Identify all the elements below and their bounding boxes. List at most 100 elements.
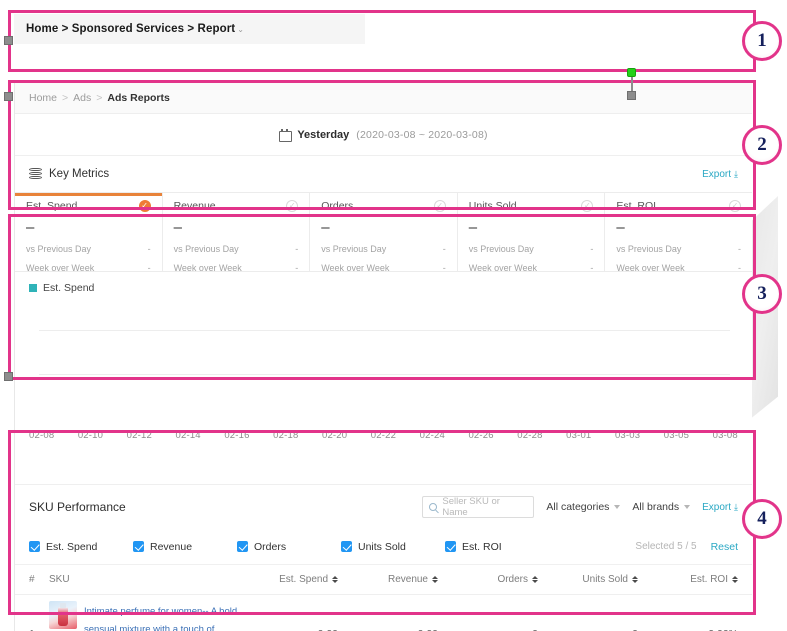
download-icon: ⤓ [734,502,738,513]
column-header-index: # [29,574,49,585]
category-filter-dropdown[interactable]: All categories [546,501,620,513]
breadcrumb-separator: > [96,92,102,104]
checkbox-icon[interactable] [29,541,40,552]
chart-gridline [39,374,730,375]
rotate-handle-green-dot[interactable] [627,68,636,77]
metric-compare-value: - [590,244,593,254]
x-tick: 02-08 [29,430,54,441]
check-circle-icon[interactable]: ✓ [729,200,741,212]
column-label: Est. Spend [279,574,328,585]
check-circle-icon[interactable]: ✓ [581,200,593,212]
x-tick: 02-22 [371,430,396,441]
metric-compare-label: vs Previous Day [469,244,534,254]
toggle-est-spend[interactable]: Est. Spend [29,541,133,553]
checkbox-icon[interactable] [133,541,144,552]
selected-count-label: Selected 5 / 5 [635,541,696,552]
metric-compare-value: - [738,244,741,254]
breadcrumb-separator: > [62,92,68,104]
column-header-est-spend[interactable]: Est. Spend [238,574,338,585]
date-range-selector[interactable]: Yesterday (2020-03-08 ~ 2020-03-08) [15,114,752,156]
brand-filter-label: All brands [632,501,679,513]
toggle-est-roi[interactable]: Est. ROI [445,541,549,553]
annotation-label: 4 [757,508,767,530]
metric-card-revenue[interactable]: Revenue ✓ – vs Previous Day - Week over … [163,193,311,271]
x-tick: 02-18 [273,430,298,441]
metric-card-title: Revenue [174,200,216,212]
key-metrics-panel: Key Metrics Export ⤓ Est. Spend ✓ – vs P… [15,156,752,422]
breadcrumb-item-home[interactable]: Home [29,92,57,104]
column-label: Orders [497,574,528,585]
brand-filter-dropdown[interactable]: All brands [632,501,690,513]
key-metrics-header: Key Metrics Export ⤓ [15,156,752,192]
check-circle-icon[interactable]: ✓ [286,200,298,212]
metric-card-value: – [26,220,151,235]
annotation-connector-4 [754,518,772,521]
column-header-units-sold[interactable]: Units Sold [538,574,638,585]
sku-export-button[interactable]: Export ⤓ [702,502,738,513]
product-name-link[interactable]: Intimate perfume for women-- A bold sens… [84,606,237,631]
chart-gridline [39,330,730,331]
column-label: Est. ROI [690,574,728,585]
toggle-label: Est. Spend [46,541,97,553]
category-filter-label: All categories [546,501,609,513]
metric-card-est-spend[interactable]: Est. Spend ✓ – vs Previous Day - Week ov… [15,193,163,271]
resize-handle-left-mid[interactable] [4,92,13,101]
toggle-revenue[interactable]: Revenue [133,541,237,553]
x-tick: 02-28 [517,430,542,441]
checkbox-icon[interactable] [341,541,352,552]
x-tick: 02-24 [420,430,445,441]
column-label: Revenue [388,574,428,585]
resize-handle-left-bottom[interactable] [4,372,13,381]
check-circle-icon[interactable]: ✓ [139,200,151,212]
chart-legend[interactable]: Est. Spend [29,282,738,294]
ads-reports-app: Home > Ads > Ads Reports Yesterday (2020… [14,82,752,631]
toggle-label: Units Sold [358,541,406,553]
annotation-marker-1: 1 [742,21,782,61]
column-header-est-roi[interactable]: Est. ROI [638,574,738,585]
toggle-units-sold[interactable]: Units Sold [341,541,445,553]
legend-label-est-spend: Est. Spend [43,282,94,294]
date-range-label: (2020-03-08 ~ 2020-03-08) [356,129,487,141]
key-metrics-title: Key Metrics [49,168,109,180]
toggle-label: Revenue [150,541,192,553]
metric-card-est-roi[interactable]: Est. ROI ✓ – vs Previous Day - Week over… [605,193,752,271]
metric-card-value: – [174,220,299,235]
toggle-orders[interactable]: Orders [237,541,341,553]
checkbox-icon[interactable] [237,541,248,552]
metric-card-orders[interactable]: Orders ✓ – vs Previous Day - Week over W… [310,193,458,271]
rotate-handle-grip[interactable] [627,91,636,100]
checkbox-icon[interactable] [445,541,456,552]
sku-search-input[interactable]: Seller SKU or Name [422,496,534,518]
search-icon [429,503,437,511]
resize-handle-left-top[interactable] [4,36,13,45]
reset-button[interactable]: Reset [711,541,738,553]
annotation-label: 2 [757,134,767,156]
key-metrics-export-button[interactable]: Export ⤓ [702,169,738,180]
layers-icon [29,168,42,181]
x-tick: 02-14 [175,430,200,441]
column-header-orders[interactable]: Orders [438,574,538,585]
key-metrics-cards: Est. Spend ✓ – vs Previous Day - Week ov… [15,192,752,272]
breadcrumb: Home > Ads > Ads Reports [15,82,752,114]
chart-x-axis: 02-08 02-10 02-12 02-14 02-16 02-18 02-2… [29,430,738,441]
metric-card-title: Est. Spend [26,200,77,212]
sku-search-placeholder: Seller SKU or Name [442,496,527,518]
metric-card-units-sold[interactable]: Units Sold ✓ – vs Previous Day - Week ov… [458,193,606,271]
metric-card-value: – [321,220,446,235]
x-tick: 02-16 [224,430,249,441]
annotation-connector-1 [754,40,772,43]
calendar-icon [279,129,290,140]
breadcrumb-item-ads-reports: Ads Reports [107,92,169,104]
column-label: Units Sold [582,574,628,585]
table-row[interactable]: 1 Intimate perfume for women-- A bold se… [15,595,752,631]
column-header-revenue[interactable]: Revenue [338,574,438,585]
breadcrumb-item-ads[interactable]: Ads [73,92,91,104]
key-metrics-chart: Est. Spend [15,272,752,422]
annotation-connector-2 [754,144,772,147]
x-tick: 02-26 [468,430,493,441]
check-circle-icon[interactable]: ✓ [434,200,446,212]
sort-icon[interactable] [732,576,738,583]
window-breadcrumb-bar[interactable]: Home > Sponsored Services > Report ⌄ [14,14,365,44]
sku-performance-header: SKU Performance Seller SKU or Name All c… [15,485,752,529]
metric-card-value: – [469,220,594,235]
